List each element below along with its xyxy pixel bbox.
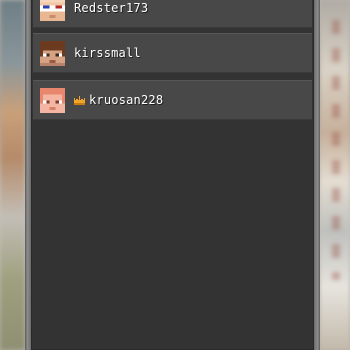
background-world-detail <box>332 20 340 280</box>
player-row[interactable]: kruosan228 <box>33 80 312 120</box>
player-avatar-icon <box>40 0 65 21</box>
player-avatar-icon <box>40 40 65 66</box>
panel-frame-right <box>314 0 320 350</box>
crown-icon <box>74 95 85 105</box>
player-row[interactable]: kirssmall <box>33 33 312 73</box>
player-avatar-icon <box>40 87 65 113</box>
game-screen: Redster173 kirssmall kruosan228 <box>0 0 350 350</box>
player-name: kruosan228 <box>89 93 164 107</box>
background-world-left <box>0 0 25 350</box>
player-row[interactable]: Redster173 <box>33 0 312 28</box>
player-name: Redster173 <box>74 1 149 15</box>
player-name: kirssmall <box>74 46 141 60</box>
